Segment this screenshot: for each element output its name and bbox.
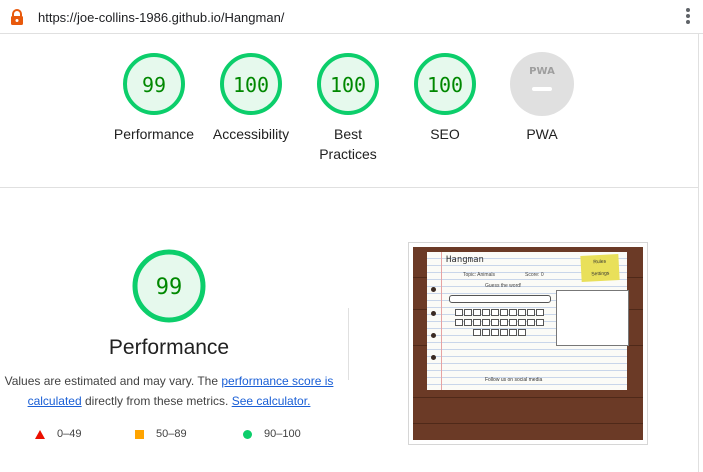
- keyboard-row: [455, 319, 545, 326]
- vertical-separator: [348, 308, 349, 380]
- gauge-label: SEO: [430, 126, 460, 142]
- address-bar: https://joe-collins-1986.github.io/Hangm…: [0, 0, 703, 34]
- thumb-score: Score: 0: [525, 272, 544, 278]
- vertical-dots-icon[interactable]: [684, 8, 692, 28]
- pwa-badge-icon: PWA: [510, 52, 574, 116]
- performance-title: Performance: [108, 336, 230, 359]
- thumb-topic: Topic: Animals: [463, 272, 495, 278]
- see-calculator-link[interactable]: See calculator.: [232, 394, 311, 408]
- legend-pass: 90–100: [243, 428, 301, 440]
- url-text[interactable]: https://joe-collins-1986.github.io/Hangm…: [38, 10, 284, 25]
- sticky-rules: Rules: [593, 258, 607, 266]
- gauge-pwa[interactable]: PWA PWA: [494, 52, 590, 144]
- scroll-edge: [698, 34, 699, 472]
- rules-sticky-note: Rules Settings: [580, 254, 620, 282]
- gauge-accessibility[interactable]: 100 Accessibility: [203, 52, 299, 144]
- gauge-score: 100: [233, 73, 269, 97]
- gauge-ring: 100: [220, 53, 282, 115]
- legend-range: 0–49: [57, 428, 82, 440]
- desc-middle: directly from these metrics.: [81, 394, 232, 408]
- legend-fail: 0–49: [35, 428, 81, 440]
- square-icon: [135, 429, 144, 439]
- gauge-ring: 100: [414, 53, 476, 115]
- gauge-label: Best Practices: [319, 126, 377, 162]
- gauge-score: 100: [330, 73, 366, 97]
- gauge-ring: 99: [123, 53, 185, 115]
- keyboard-row: [473, 329, 527, 336]
- thumb-social: Follow us on social media: [485, 377, 543, 383]
- performance-score: 99: [156, 275, 183, 300]
- legend-range: 50–89: [156, 428, 187, 440]
- gauge-score: 99: [142, 73, 166, 97]
- thumb-prompt: Guess the word!: [485, 283, 522, 289]
- pwa-badge-text: PWA: [529, 66, 555, 77]
- word-box: [449, 295, 551, 303]
- lock-icon: [11, 9, 23, 25]
- keyboard-row: [455, 309, 545, 316]
- gauge-score: 100: [427, 73, 463, 97]
- gauge-ring: 100: [317, 53, 379, 115]
- circle-icon: [243, 429, 252, 439]
- gauge-best-practices[interactable]: 100 Best Practices: [300, 52, 396, 164]
- gauge-seo[interactable]: 100 SEO: [397, 52, 493, 144]
- performance-description: Values are estimated and may vary. The p…: [4, 371, 334, 411]
- page-screenshot-thumbnail[interactable]: Hangman Topic: Animals Score: 0 Guess th…: [408, 242, 648, 445]
- section-divider: [0, 187, 698, 188]
- triangle-icon: [35, 429, 45, 439]
- legend-range: 90–100: [264, 428, 301, 440]
- hangman-canvas: [556, 290, 629, 346]
- screenshot-image: Hangman Topic: Animals Score: 0 Guess th…: [413, 247, 643, 440]
- performance-gauge: 99: [132, 249, 206, 323]
- gauge-label: PWA: [526, 126, 558, 142]
- gauge-performance[interactable]: 99 Performance: [106, 52, 202, 144]
- legend-average: 50–89: [135, 428, 187, 440]
- gauge-label: Accessibility: [212, 126, 290, 142]
- thumb-title: Hangman: [446, 255, 484, 265]
- desc-prefix: Values are estimated and may vary. The: [4, 374, 222, 388]
- gauge-label: Performance: [113, 126, 195, 142]
- sticky-settings: Settings: [591, 270, 610, 278]
